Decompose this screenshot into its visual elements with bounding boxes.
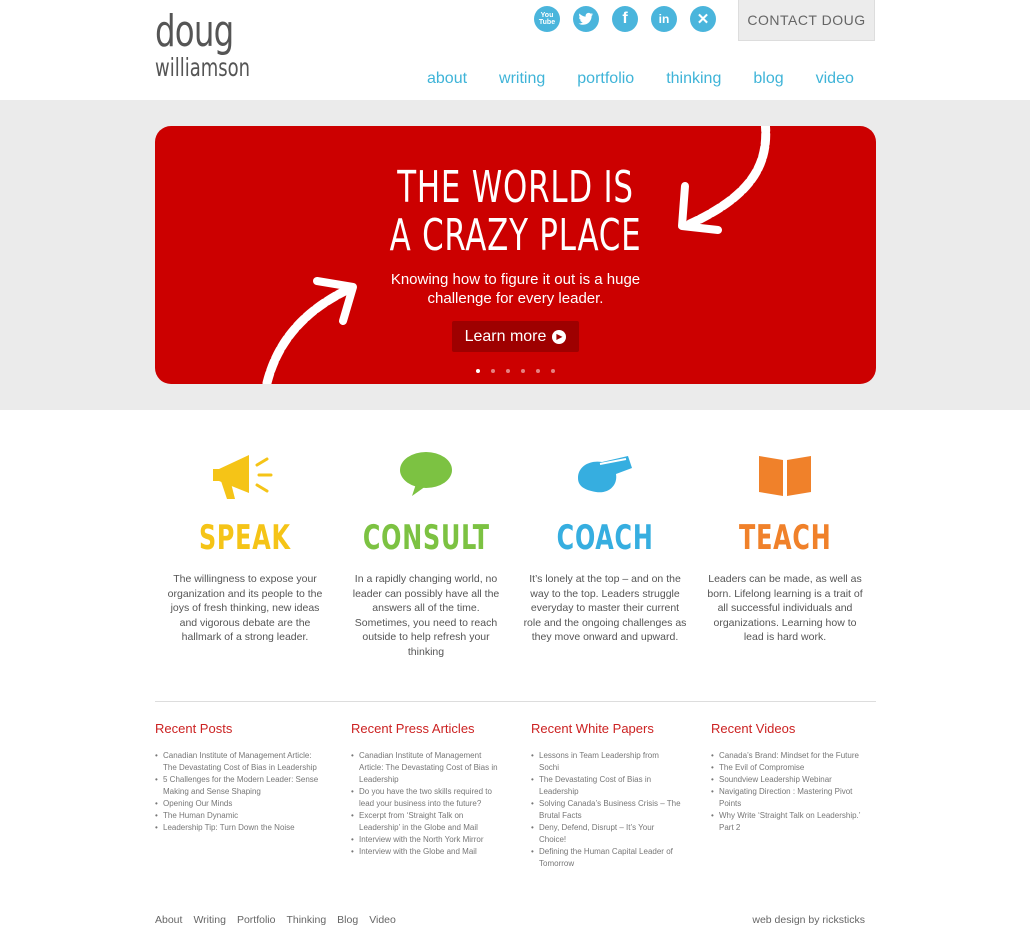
- list-title: Recent Press Articles: [351, 721, 475, 736]
- hero-subtext: Knowing how to figure it out is a huge c…: [155, 270, 876, 308]
- footer-link-about[interactable]: About: [155, 914, 182, 926]
- slider-dots: [476, 369, 555, 373]
- footer-nav: About Writing Portfolio Thinking Blog Vi…: [155, 914, 396, 926]
- list-item[interactable]: Why Write ‘Straight Talk on Leadership.’…: [711, 810, 876, 834]
- hero-slider: THE WORLD IS A CRAZY PLACE Knowing how t…: [155, 126, 876, 384]
- service-teach[interactable]: TEACH Leaders can be made, as well as bo…: [695, 440, 875, 645]
- facebook-icon[interactable]: f: [612, 6, 638, 32]
- logo-line2: williamson: [155, 53, 251, 82]
- hero-subtext-line1: Knowing how to figure it out is a huge: [390, 271, 641, 288]
- slider-dot[interactable]: [476, 369, 480, 373]
- list-title: Recent Posts: [155, 721, 233, 736]
- play-icon: ▶: [552, 329, 567, 344]
- main-nav: about writing portfolio thinking blog vi…: [427, 70, 854, 88]
- service-speak[interactable]: SPEAK The willingness to expose your org…: [155, 440, 335, 645]
- service-consult[interactable]: CONSULT In a rapidly changing world, no …: [336, 440, 516, 659]
- nav-portfolio[interactable]: portfolio: [577, 70, 634, 88]
- slider-dot[interactable]: [551, 369, 555, 373]
- service-title: SPEAK: [199, 518, 291, 558]
- list-item[interactable]: Deny, Defend, Disrupt – It’s Your Choice…: [531, 822, 681, 846]
- list-item[interactable]: Excerpt from ‘Straight Talk on Leadershi…: [351, 810, 503, 834]
- whistle-icon: [515, 440, 695, 510]
- footer-link-thinking[interactable]: Thinking: [286, 914, 326, 926]
- nav-writing[interactable]: writing: [499, 70, 545, 88]
- site-logo[interactable]: doug williamson: [155, 6, 274, 82]
- service-description: The willingness to expose your organizat…: [167, 573, 323, 643]
- service-description: It’s lonely at the top – and on the way …: [523, 573, 687, 643]
- social-links: You Tube f in ✕: [534, 6, 716, 32]
- footer-link-blog[interactable]: Blog: [337, 914, 358, 926]
- logo-line1: doug: [155, 6, 234, 57]
- hero-headline: THE WORLD IS A CRAZY PLACE: [155, 164, 876, 260]
- footer-link-writing[interactable]: Writing: [193, 914, 225, 926]
- list-item[interactable]: Leadership Tip: Turn Down the Noise: [155, 822, 325, 834]
- service-description: Leaders can be made, as well as born. Li…: [707, 573, 863, 643]
- service-title: COACH: [556, 518, 654, 558]
- book-icon: [695, 440, 875, 510]
- nav-video[interactable]: video: [816, 70, 854, 88]
- learn-more-button[interactable]: Learn more ▶: [452, 321, 579, 352]
- hero-headline-line2: A CRAZY PLACE: [389, 210, 642, 261]
- hero-headline-line1: THE WORLD IS: [397, 162, 634, 213]
- xing-icon[interactable]: ✕: [690, 6, 716, 32]
- slider-dot[interactable]: [506, 369, 510, 373]
- nav-thinking[interactable]: thinking: [666, 70, 721, 88]
- slider-dot[interactable]: [536, 369, 540, 373]
- megaphone-icon: [155, 440, 335, 510]
- list-item[interactable]: Canadian Institute of Management Article…: [351, 750, 503, 786]
- service-description: In a rapidly changing world, no leader c…: [352, 573, 500, 658]
- footer-link-portfolio[interactable]: Portfolio: [237, 914, 276, 926]
- list-item[interactable]: Defining the Human Capital Leader of Tom…: [531, 846, 681, 870]
- list-item[interactable]: Interview with the Globe and Mail: [351, 846, 503, 858]
- service-title: CONSULT: [362, 518, 490, 558]
- recent-press-articles: Recent Press Articles Canadian Institute…: [351, 721, 503, 858]
- twitter-icon[interactable]: [573, 6, 599, 32]
- section-divider: [155, 701, 876, 702]
- list-title: Recent Videos: [711, 721, 796, 736]
- list-item[interactable]: Canadian Institute of Management Article…: [155, 750, 325, 774]
- list-item[interactable]: The Human Dynamic: [155, 810, 325, 822]
- recent-videos: Recent Videos Canada’s Brand: Mindset fo…: [711, 721, 876, 834]
- slider-dot[interactable]: [521, 369, 525, 373]
- list-item[interactable]: Canada’s Brand: Mindset for the Future: [711, 750, 876, 762]
- list-item[interactable]: The Evil of Compromise: [711, 762, 876, 774]
- slider-dot[interactable]: [491, 369, 495, 373]
- footer-link-video[interactable]: Video: [369, 914, 396, 926]
- list-item[interactable]: Navigating Direction : Mastering Pivot P…: [711, 786, 876, 810]
- list-item[interactable]: The Devastating Cost of Bias in Leadersh…: [531, 774, 681, 798]
- list-item[interactable]: Solving Canada’s Business Crisis – The B…: [531, 798, 681, 822]
- list-item[interactable]: Soundview Leadership Webinar: [711, 774, 876, 786]
- service-title: TEACH: [738, 518, 832, 558]
- design-credit[interactable]: web design by ricksticks: [752, 914, 865, 926]
- speech-bubble-icon: [336, 440, 516, 510]
- youtube-icon[interactable]: You Tube: [534, 6, 560, 32]
- list-item[interactable]: Do you have the two skills required to l…: [351, 786, 503, 810]
- list-item[interactable]: Opening Our Minds: [155, 798, 325, 810]
- recent-posts: Recent Posts Canadian Institute of Manag…: [155, 721, 325, 834]
- service-coach[interactable]: COACH It’s lonely at the top – and on th…: [515, 440, 695, 645]
- contact-button[interactable]: CONTACT DOUG: [738, 0, 875, 41]
- nav-blog[interactable]: blog: [753, 70, 783, 88]
- hero-subtext-line2: challenge for every leader.: [427, 290, 604, 307]
- list-title: Recent White Papers: [531, 721, 654, 736]
- learn-more-label: Learn more: [464, 327, 547, 345]
- linkedin-icon[interactable]: in: [651, 6, 677, 32]
- list-item[interactable]: Lessons in Team Leadership from Sochi: [531, 750, 681, 774]
- list-item[interactable]: Interview with the North York Mirror: [351, 834, 503, 846]
- nav-about[interactable]: about: [427, 70, 467, 88]
- list-item[interactable]: 5 Challenges for the Modern Leader: Sens…: [155, 774, 325, 798]
- recent-white-papers: Recent White Papers Lessons in Team Lead…: [531, 721, 681, 870]
